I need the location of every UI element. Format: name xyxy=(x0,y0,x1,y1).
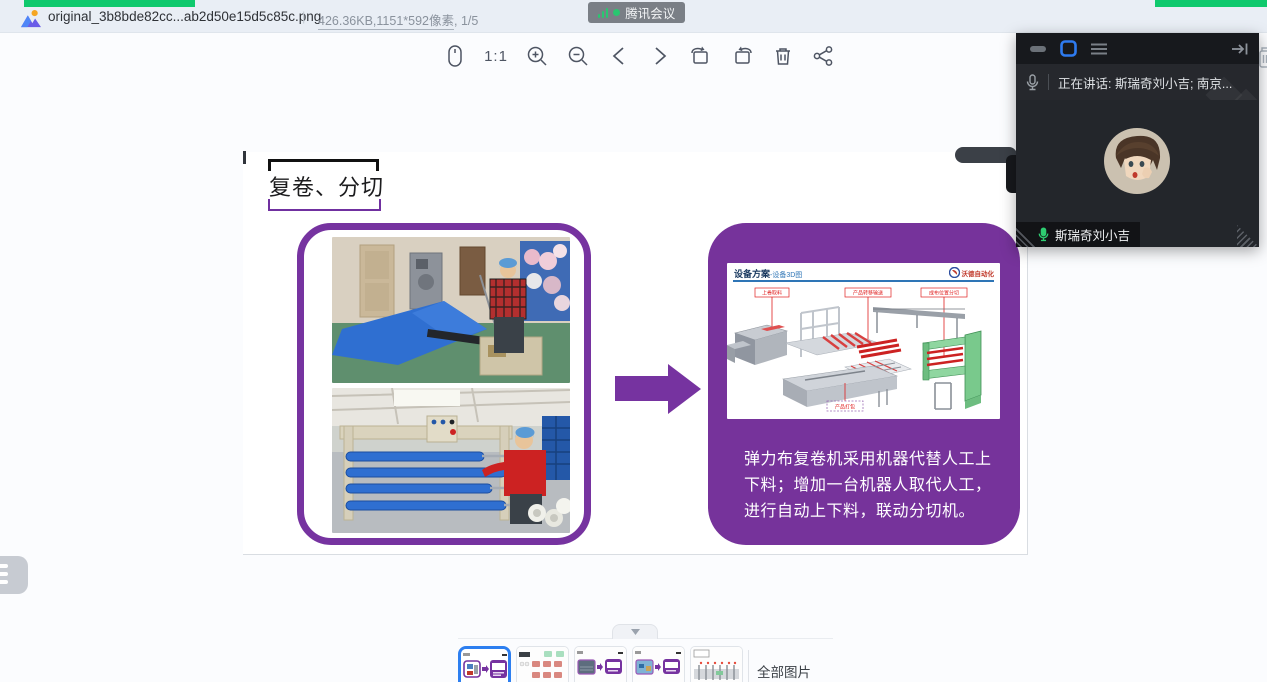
speaking-status-bar: 正在讲话: 斯瑞奇刘小吉; 南京... xyxy=(1016,64,1259,100)
screen-share-border-right xyxy=(1155,0,1267,7)
machinery-3d-illustration: 上卷取料 产品转移输送 成布位置分切 xyxy=(727,283,1000,419)
slide-title: 复卷、分切 xyxy=(269,170,384,202)
after-solution-box: 设备方案-设备3D图 沃德自动化 上卷取料 产品转移输送 成布位置分切 xyxy=(708,223,1020,545)
drag-mode-button[interactable] xyxy=(440,41,470,71)
exit-panel-icon[interactable] xyxy=(1231,42,1249,56)
share-icon xyxy=(812,45,834,67)
actual-size-button[interactable]: 1:1 xyxy=(481,41,511,71)
active-mic-icon xyxy=(1038,227,1049,242)
factory-photo-rollers xyxy=(332,388,570,533)
file-dimensions[interactable]: ,1151*592像素 xyxy=(373,14,454,30)
filmstrip-separator xyxy=(748,650,749,682)
vendor-logo-icon xyxy=(949,267,960,278)
thumbnail-2[interactable] xyxy=(516,646,569,682)
zoom-ratio-label: 1:1 xyxy=(484,48,508,65)
microphone-icon xyxy=(1026,74,1039,91)
thumbnail-4[interactable] xyxy=(632,646,685,682)
svg-text:产品转移输送: 产品转移输送 xyxy=(853,290,883,297)
trash-icon xyxy=(773,45,793,67)
participant-avatar xyxy=(1104,128,1170,194)
file-meta: 426.36KB,1151*592像素, 1/5 xyxy=(318,10,478,29)
meeting-window-header xyxy=(1016,33,1259,64)
status-divider xyxy=(1048,74,1049,90)
chevron-left-icon xyxy=(609,45,629,67)
rotate-left-icon xyxy=(689,45,713,67)
svg-text:成布位置分切: 成布位置分切 xyxy=(929,290,959,297)
filmstrip-collapse-tab[interactable] xyxy=(612,624,658,639)
participant-video-tile[interactable]: 斯瑞奇刘小吉 xyxy=(1016,100,1259,247)
thumbnail-5[interactable] xyxy=(690,646,743,682)
screen-share-border-left xyxy=(24,0,195,7)
video-view-icon[interactable] xyxy=(1060,40,1077,57)
share-button[interactable] xyxy=(808,41,838,71)
menu-bar-icon xyxy=(0,564,8,568)
participant-name: 斯瑞奇刘小吉 xyxy=(1055,225,1130,244)
transform-arrow xyxy=(615,364,701,414)
side-menu-widget[interactable] xyxy=(0,556,28,594)
meeting-side-tab[interactable] xyxy=(1006,155,1016,193)
file-name: original_3b8bde82cc...ab2d50e15d5c85c.pn… xyxy=(48,9,321,24)
diagram-header-rule xyxy=(733,280,994,282)
speaking-status-text: 正在讲话: 斯瑞奇刘小吉; 南京... xyxy=(1058,73,1232,92)
page-indicator: , 1/5 xyxy=(454,14,478,28)
app-logo-icon xyxy=(20,9,42,29)
chevron-down-icon xyxy=(631,629,640,635)
delete-button[interactable] xyxy=(768,41,798,71)
factory-photo-rewinder xyxy=(332,237,570,383)
image-corner-mark xyxy=(243,151,246,164)
zoom-in-icon xyxy=(526,45,548,67)
rotate-left-button[interactable] xyxy=(686,41,716,71)
rotate-right-button[interactable] xyxy=(727,41,757,71)
mouse-icon xyxy=(446,44,464,68)
before-photos-box xyxy=(297,223,591,545)
list-view-icon[interactable] xyxy=(1091,43,1107,55)
zoom-in-button[interactable] xyxy=(522,41,552,71)
resize-grip-right[interactable] xyxy=(1237,225,1259,247)
clipped-edge-icon xyxy=(1259,45,1267,71)
all-images-button[interactable]: 全部图片 xyxy=(757,661,811,681)
thumbnail-3[interactable] xyxy=(574,646,627,682)
titlebar-divider: | xyxy=(302,9,305,24)
rotate-right-icon xyxy=(730,45,754,67)
diagram-header: 设备方案-设备3D图 xyxy=(734,267,802,280)
equipment-3d-diagram: 设备方案-设备3D图 沃德自动化 上卷取料 产品转移输送 成布位置分切 xyxy=(727,263,1000,419)
recording-dot-icon xyxy=(613,9,620,16)
next-image-button[interactable] xyxy=(645,41,675,71)
zoom-out-icon xyxy=(567,45,589,67)
chevron-right-icon xyxy=(650,45,670,67)
solution-description: 弹力布复卷机采用机器代替人工上下料；增加一台机器人取代人工，进行自动上下料，联动… xyxy=(744,447,1004,525)
meeting-window[interactable]: 正在讲话: 斯瑞奇刘小吉; 南京... 斯瑞奇刘小吉 xyxy=(1016,33,1259,247)
collapse-view-icon[interactable] xyxy=(1030,45,1046,53)
thumbnail-1-selected[interactable] xyxy=(458,646,511,682)
file-size[interactable]: 426.36KB xyxy=(318,14,373,30)
menu-bar-icon xyxy=(0,572,8,576)
signal-bars-icon xyxy=(598,8,609,18)
zoom-out-button[interactable] xyxy=(563,41,593,71)
svg-text:上卷取料: 上卷取料 xyxy=(762,290,782,297)
previous-image-button[interactable] xyxy=(604,41,634,71)
meeting-share-indicator[interactable]: 腾讯会议 xyxy=(588,2,685,23)
vendor-logo: 沃德自动化 xyxy=(949,267,995,278)
participant-name-tag: 斯瑞奇刘小吉 xyxy=(1016,222,1140,247)
svg-text:产品打包: 产品打包 xyxy=(835,404,855,411)
meeting-share-label: 腾讯会议 xyxy=(625,3,675,22)
menu-bar-icon xyxy=(0,580,8,584)
